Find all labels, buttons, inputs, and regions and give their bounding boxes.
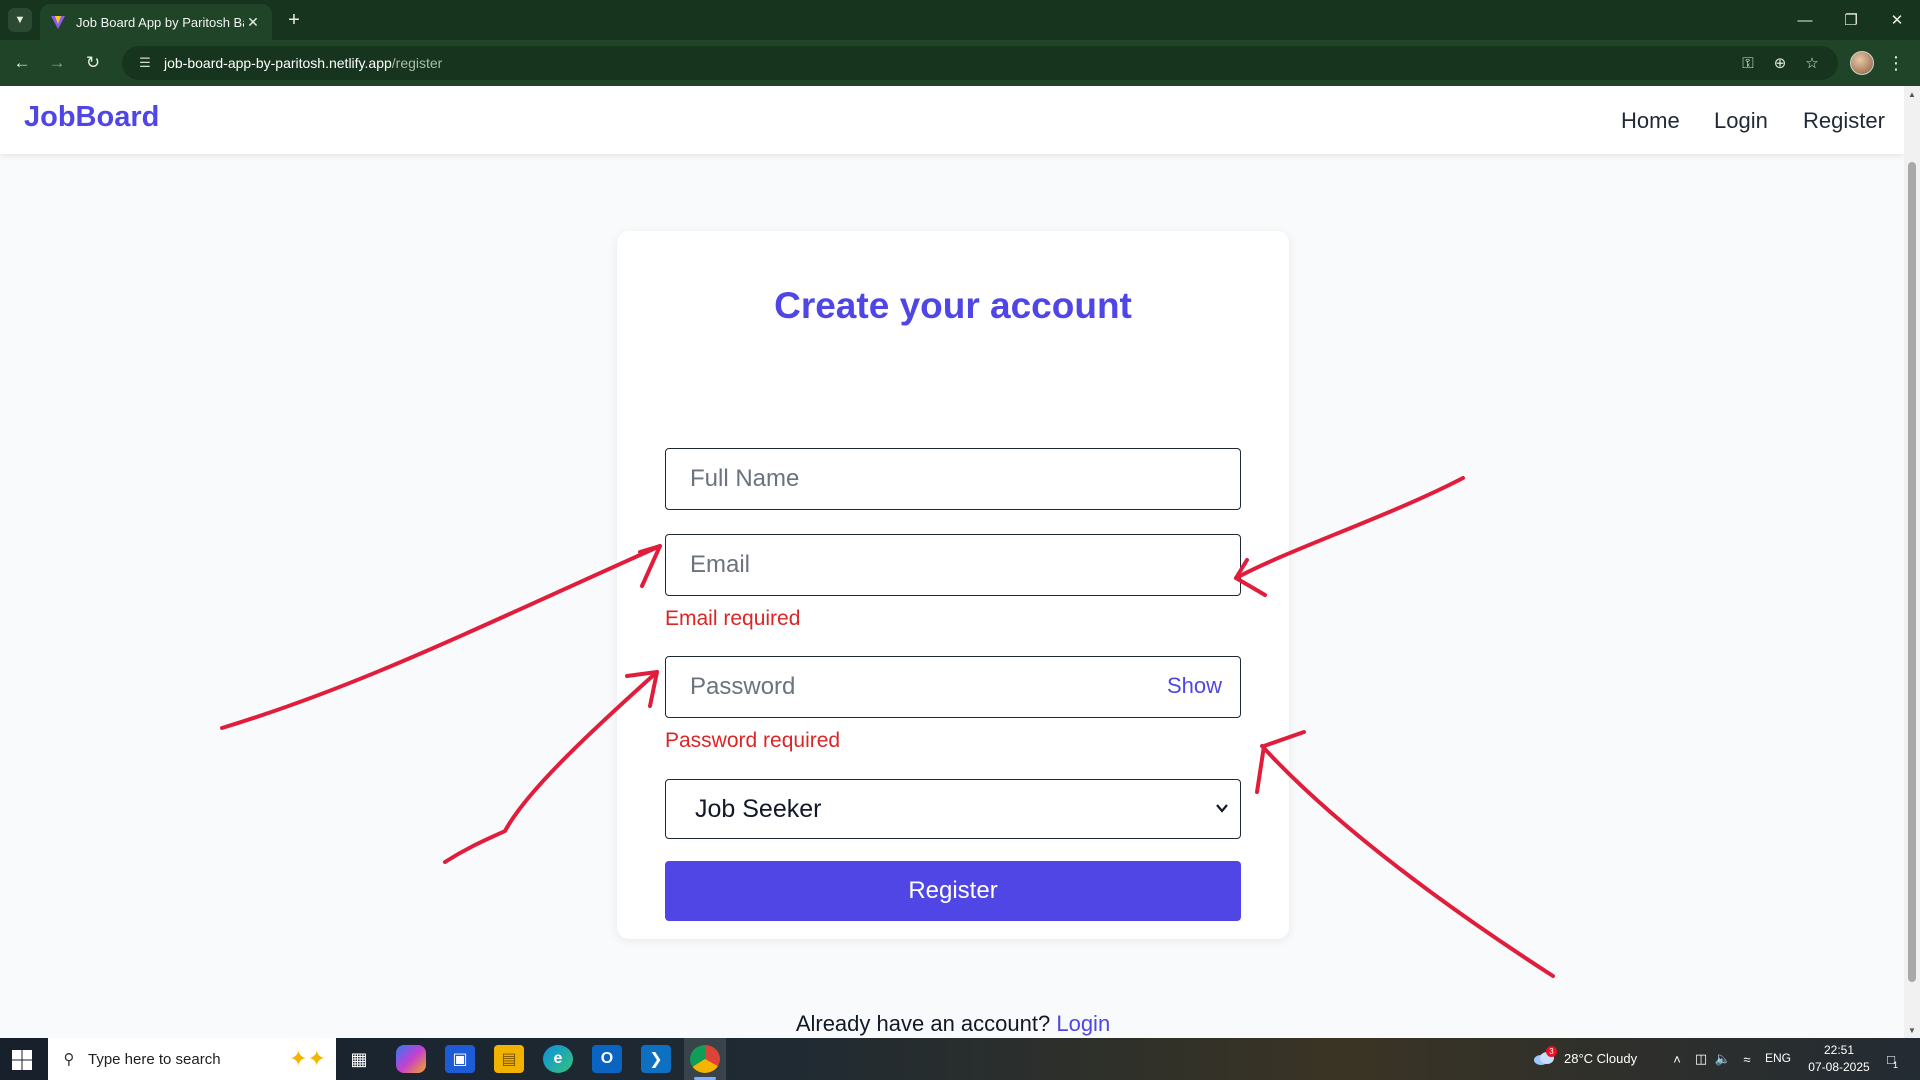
browser-toolbar: ← → ↻ ☰ job-board-app-by-paritosh.netlif…: [0, 40, 1920, 86]
address-bar[interactable]: ☰ job-board-app-by-paritosh.netlify.app/…: [122, 46, 1838, 80]
browser-tab-active[interactable]: Job Board App by Paritosh Barman ✕: [40, 4, 272, 40]
bookmark-star-icon[interactable]: ☆: [1800, 51, 1824, 75]
restore-window-icon[interactable]: ❐: [1828, 0, 1874, 40]
scrollbar-thumb[interactable]: [1908, 162, 1916, 982]
outlook-icon[interactable]: O: [592, 1045, 622, 1073]
register-card: Create your account Full Name Email Emai…: [617, 231, 1289, 1036]
scroll-down-icon[interactable]: ▼: [1908, 1026, 1916, 1035]
show-password-button[interactable]: Show: [1167, 673, 1222, 699]
url-text[interactable]: job-board-app-by-paritosh.netlify.app/re…: [164, 55, 442, 71]
clock-date[interactable]: 07-08-2025: [1800, 1060, 1878, 1074]
site-info-icon[interactable]: ☰: [134, 52, 156, 74]
task-view-icon[interactable]: ▦: [344, 1045, 374, 1073]
login-link[interactable]: Login: [1056, 1011, 1110, 1036]
new-tab-button[interactable]: +: [282, 8, 306, 32]
role-select[interactable]: Job Seeker: [665, 779, 1241, 839]
taskbar-search-placeholder: Type here to search: [88, 1050, 221, 1068]
profile-avatar[interactable]: [1850, 51, 1874, 75]
close-window-icon[interactable]: ✕: [1874, 0, 1920, 40]
wifi-icon[interactable]: ≈: [1738, 1050, 1756, 1068]
email-input[interactable]: Email: [665, 534, 1241, 596]
annotation-arrow-role-select: [1260, 744, 1555, 978]
password-placeholder: Password: [690, 673, 796, 700]
full-name-input[interactable]: Full Name: [665, 448, 1241, 510]
volume-icon[interactable]: 🔈: [1714, 1050, 1732, 1068]
tab-close-icon[interactable]: ✕: [244, 13, 262, 31]
weather-alert-badge: 3: [1546, 1046, 1557, 1057]
windows-taskbar: ⚲ Type here to search ✦✦ ▦ ▣ ▤ e O ❯ 3 2…: [0, 1038, 1920, 1080]
page-scrollbar[interactable]: ▲ ▼: [1904, 86, 1920, 1038]
password-input[interactable]: Password Show: [665, 656, 1241, 718]
nav-link-register[interactable]: Register: [1803, 108, 1885, 134]
back-arrow-icon[interactable]: ←: [10, 51, 34, 75]
nav-link-home[interactable]: Home: [1621, 108, 1680, 134]
forward-arrow-icon[interactable]: →: [45, 51, 69, 75]
weather-text[interactable]: 28°C Cloudy: [1564, 1051, 1637, 1066]
tab-search-chevron-icon[interactable]: ▼: [8, 8, 32, 32]
chrome-icon[interactable]: [690, 1045, 720, 1073]
search-highlight-sparkle-icon: ✦✦: [289, 1046, 326, 1071]
copilot-icon[interactable]: [396, 1045, 426, 1073]
file-explorer-icon[interactable]: ▤: [494, 1045, 524, 1073]
meet-now-icon[interactable]: ◫: [1692, 1050, 1710, 1068]
email-error-message: Email required: [665, 607, 801, 630]
notification-count: 1: [1893, 1060, 1899, 1070]
show-hidden-icons-chevron-icon[interactable]: ˄: [1668, 1050, 1686, 1068]
chevron-down-icon: [1216, 804, 1228, 813]
tab-title: Job Board App by Paritosh Barman: [76, 14, 244, 30]
browser-menu-icon[interactable]: ⋮: [1884, 51, 1908, 75]
page-title: Create your account: [774, 285, 1132, 326]
edge-browser-icon[interactable]: e: [543, 1045, 573, 1073]
email-placeholder: Email: [690, 551, 751, 578]
vscode-icon[interactable]: ❯: [641, 1045, 671, 1073]
nav-link-login[interactable]: Login: [1714, 108, 1768, 134]
role-selected-value: Job Seeker: [695, 794, 822, 823]
vite-favicon-icon: [51, 16, 65, 29]
password-key-icon[interactable]: ⚿: [1736, 51, 1760, 75]
site-navbar: JobBoard Home Login Register: [0, 86, 1904, 154]
brand-logo[interactable]: JobBoard: [24, 101, 159, 134]
notification-center-icon[interactable]: □: [1880, 1050, 1902, 1068]
zoom-icon[interactable]: ⊕: [1768, 51, 1792, 75]
annotation-arrow-email-error: [220, 544, 662, 730]
page-viewport: JobBoard Home Login Register Create your…: [0, 86, 1904, 1038]
windows-start-icon[interactable]: [10, 1048, 34, 1072]
reload-icon[interactable]: ↻: [81, 51, 105, 75]
language-indicator[interactable]: ENG: [1765, 1051, 1791, 1065]
search-icon: ⚲: [63, 1051, 75, 1068]
taskbar-search-box[interactable]: ⚲ Type here to search ✦✦: [48, 1038, 336, 1080]
clock-time[interactable]: 22:51: [1810, 1043, 1868, 1057]
login-prompt-text: Already have an account?: [795, 1011, 1051, 1036]
minimize-window-icon[interactable]: —: [1782, 0, 1828, 40]
full-name-placeholder: Full Name: [690, 465, 800, 492]
microsoft-store-icon[interactable]: ▣: [445, 1045, 475, 1073]
browser-tab-strip: ▼ Job Board App by Paritosh Barman ✕ + —…: [0, 0, 1920, 40]
login-prompt: Already have an account? Login: [617, 1011, 1289, 1037]
password-error-message: Password required: [665, 729, 841, 752]
register-button[interactable]: Register: [665, 861, 1241, 921]
scroll-up-icon[interactable]: ▲: [1908, 90, 1916, 99]
